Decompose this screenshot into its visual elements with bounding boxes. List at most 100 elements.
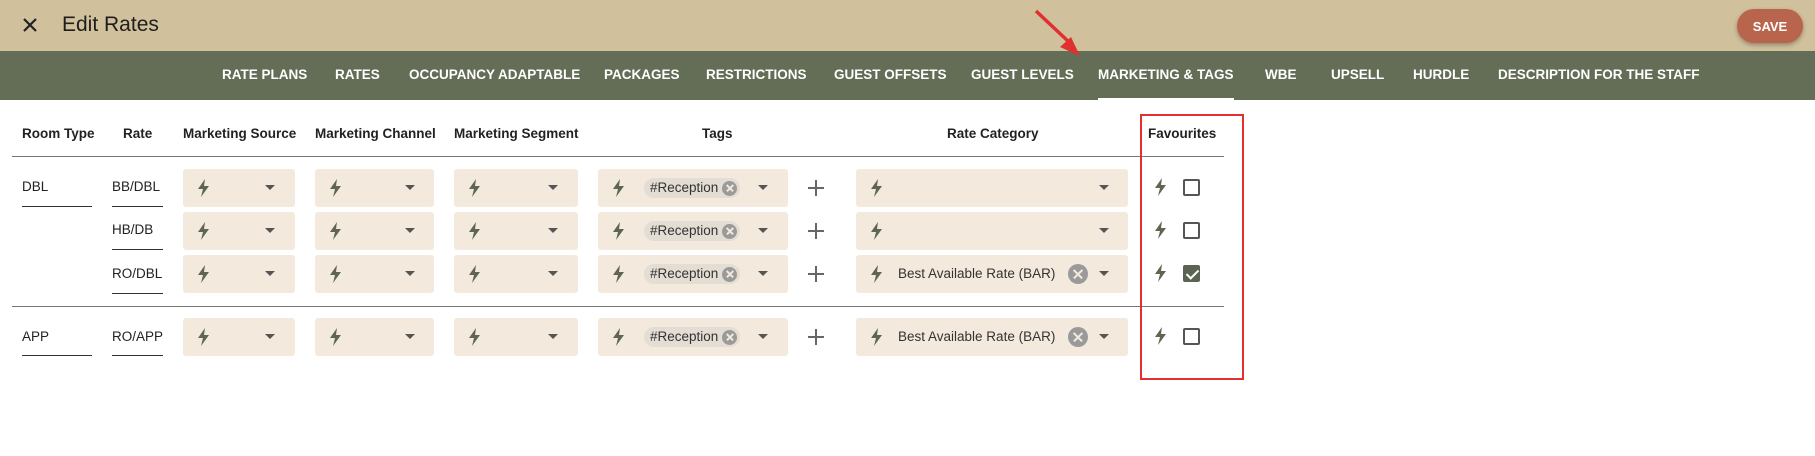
chevron-down-icon[interactable] [1099,271,1109,276]
rate-underline [112,206,163,207]
rate-cell: RO/DBL [112,266,163,281]
tab-rate-plans[interactable]: RATE PLANS [222,51,307,100]
chevron-down-icon[interactable] [548,271,558,276]
chevron-down-icon[interactable] [758,185,768,190]
marketing-segment-select[interactable] [454,255,578,293]
bolt-icon [198,179,209,197]
chevron-down-icon[interactable] [405,271,415,276]
bolt-icon [613,328,624,346]
bolt-icon [871,328,882,346]
rate-category-select[interactable]: Best Available Rate (BAR) [856,318,1128,356]
marketing-source-select[interactable] [183,255,295,293]
chevron-down-icon[interactable] [758,228,768,233]
favourites-highlight-box [1140,114,1244,380]
tab-hurdle[interactable]: HURDLE [1413,51,1469,100]
chevron-down-icon[interactable] [548,334,558,339]
bolt-icon [613,265,624,283]
tags-select[interactable]: #Reception [598,169,788,207]
tab-rates[interactable]: RATES [335,51,380,100]
page-title: Edit Rates [62,13,159,36]
rate-category-select[interactable] [856,212,1128,250]
chevron-down-icon[interactable] [405,334,415,339]
marketing-channel-select[interactable] [315,255,434,293]
tab-packages[interactable]: PACKAGES [604,51,680,100]
remove-tag-icon[interactable] [722,329,738,345]
chevron-down-icon[interactable] [265,271,275,276]
bolt-icon [330,179,341,197]
rate-cell: BB/DBL [112,179,161,194]
bolt-icon [613,179,624,197]
tag-chip-label: #Reception [650,223,719,238]
chevron-down-icon[interactable] [265,185,275,190]
rate-underline [112,293,163,294]
marketing-source-select[interactable] [183,169,295,207]
header-rate-category: Rate Category [947,126,1039,141]
chevron-down-icon[interactable] [1099,185,1109,190]
rate-category-select[interactable] [856,169,1128,207]
chevron-down-icon[interactable] [548,228,558,233]
tag-chip: #Reception [644,221,741,241]
marketing-segment-select[interactable] [454,212,578,250]
rate-category-select[interactable]: Best Available Rate (BAR) [856,255,1128,293]
chevron-down-icon[interactable] [265,334,275,339]
save-button[interactable]: SAVE [1737,9,1803,43]
rate-category-value: Best Available Rate (BAR) [898,266,1056,281]
clear-rate-category-icon[interactable] [1068,264,1088,284]
room-type-dbl: DBL [22,179,49,194]
tab-occupancy-adaptable[interactable]: OCCUPANCY ADAPTABLE [409,51,580,100]
bolt-icon [871,179,882,197]
bolt-icon [198,222,209,240]
bolt-icon [469,179,480,197]
tab-wbe[interactable]: WBE [1265,51,1297,100]
marketing-channel-select[interactable] [315,212,434,250]
bolt-icon [469,222,480,240]
chevron-down-icon[interactable] [758,334,768,339]
header-marketing-channel: Marketing Channel [315,126,436,141]
bolt-icon [871,222,882,240]
bolt-icon [330,265,341,283]
rate-cell: HB/DB [112,222,154,237]
tag-chip-label: #Reception [650,180,719,195]
marketing-segment-select[interactable] [454,318,578,356]
add-tag-icon[interactable] [806,178,826,198]
tab-description-for-the-staff[interactable]: DESCRIPTION FOR THE STAFF [1498,51,1700,100]
tag-chip: #Reception [644,264,741,284]
chevron-down-icon[interactable] [405,185,415,190]
top-bar: Edit Rates SAVE [0,0,1815,51]
marketing-segment-select[interactable] [454,169,578,207]
chevron-down-icon[interactable] [265,228,275,233]
remove-tag-icon[interactable] [722,180,738,196]
chevron-down-icon[interactable] [758,271,768,276]
tag-chip: #Reception [644,327,741,347]
tab-guest-offsets[interactable]: GUEST OFFSETS [834,51,947,100]
remove-tag-icon[interactable] [722,266,738,282]
tab-restrictions[interactable]: RESTRICTIONS [706,51,807,100]
tags-select[interactable]: #Reception [598,318,788,356]
header-rate: Rate [123,126,153,141]
rate-underline [112,355,163,356]
marketing-channel-select[interactable] [315,169,434,207]
marketing-source-select[interactable] [183,212,295,250]
header-marketing-source: Marketing Source [183,126,297,141]
tab-upsell[interactable]: UPSELL [1331,51,1384,100]
add-tag-icon[interactable] [806,264,826,284]
room-type-app: APP [22,329,50,344]
chevron-down-icon[interactable] [548,185,558,190]
marketing-source-select[interactable] [183,318,295,356]
remove-tag-icon[interactable] [722,223,738,239]
chevron-down-icon[interactable] [405,228,415,233]
add-tag-icon[interactable] [806,221,826,241]
header-tags: Tags [702,126,733,141]
tag-chip-label: #Reception [650,266,719,281]
bolt-icon [613,222,624,240]
add-tag-icon[interactable] [806,327,826,347]
chevron-down-icon[interactable] [1099,334,1109,339]
close-icon[interactable] [17,12,43,38]
tags-select[interactable]: #Reception [598,255,788,293]
tab-marketing-tags[interactable]: MARKETING & TAGS [1098,51,1234,100]
chevron-down-icon[interactable] [1099,228,1109,233]
tags-select[interactable]: #Reception [598,212,788,250]
marketing-channel-select[interactable] [315,318,434,356]
bolt-icon [871,265,882,283]
clear-rate-category-icon[interactable] [1068,327,1088,347]
